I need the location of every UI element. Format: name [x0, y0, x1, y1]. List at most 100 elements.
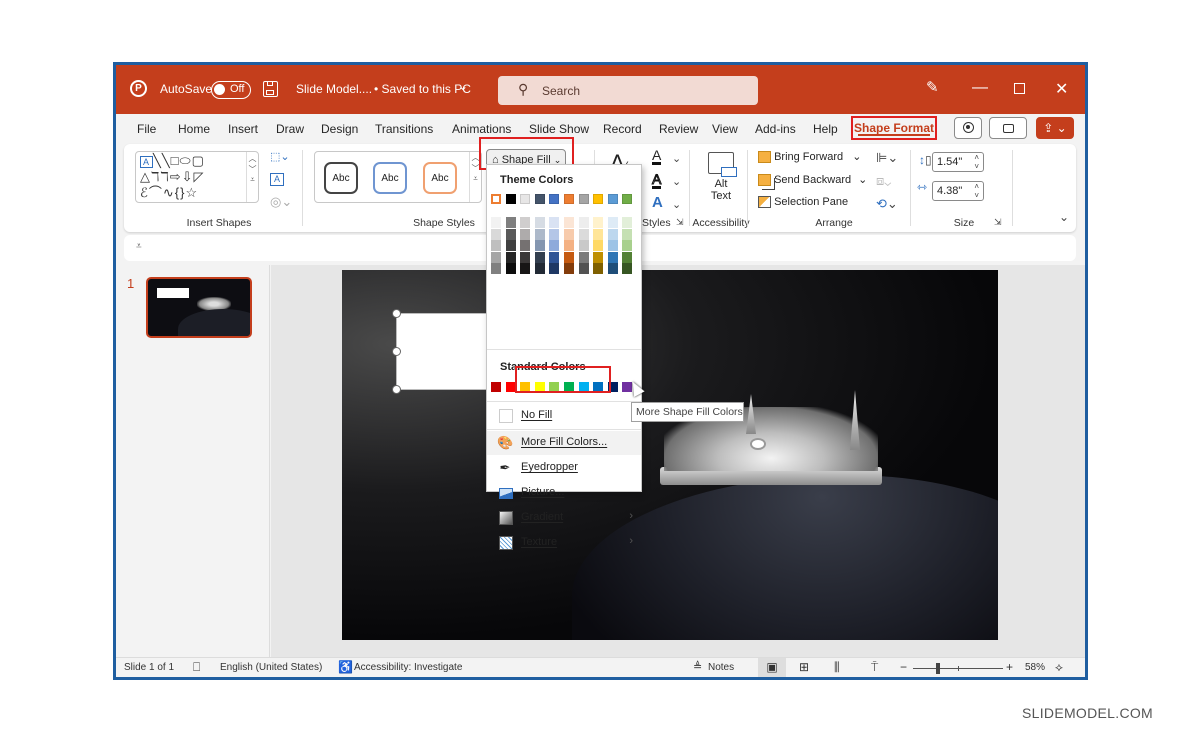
shape-width-input[interactable]: 4.38" ˄ ˅ — [932, 181, 984, 201]
texture-item[interactable]: Texture › — [487, 531, 641, 555]
theme-tint-swatch[interactable] — [520, 217, 531, 228]
spinner-arrows[interactable]: ˄ ˅ — [974, 182, 979, 200]
theme-color-swatch[interactable] — [520, 194, 531, 204]
theme-tint-swatch[interactable] — [520, 228, 531, 240]
record-button[interactable] — [954, 117, 982, 139]
edit-shape-icon[interactable]: ⬚⌄ — [270, 150, 290, 163]
theme-tint-swatch[interactable] — [607, 217, 618, 228]
theme-tint-swatch[interactable] — [534, 251, 545, 263]
shape-styles-gallery[interactable]: Abc Abc Abc ︿ ﹀ ⩡ — [314, 151, 482, 203]
tab-slide-show[interactable]: Slide Show — [529, 122, 589, 136]
selection-pane-button[interactable]: Selection Pane — [758, 196, 848, 209]
minimize-button[interactable]: — — [972, 79, 988, 97]
theme-tint-swatch[interactable] — [491, 240, 501, 251]
gallery-scroll[interactable]: ︿ ﹀ ⩡ — [246, 152, 258, 202]
theme-tint-swatch[interactable] — [505, 217, 516, 228]
merge-shapes-icon[interactable]: ◎⌄ — [270, 194, 292, 210]
theme-tint-swatch[interactable] — [564, 228, 574, 240]
tab-design[interactable]: Design — [321, 122, 358, 136]
zoom-level[interactable]: 58% — [1025, 662, 1045, 673]
collapse-ribbon-icon[interactable]: ⌄ — [1059, 210, 1069, 224]
theme-tint-swatch[interactable] — [622, 228, 633, 240]
theme-tint-swatch[interactable] — [622, 251, 633, 263]
style-preset-dark[interactable]: Abc — [324, 162, 358, 194]
shapes-row-3-icons[interactable]: ℰ⌒∿{}☆ — [140, 185, 205, 201]
dialog-launcher-icon[interactable]: ⇲ — [676, 217, 684, 228]
text-effects-icon[interactable]: A — [652, 194, 663, 211]
shape-height-input[interactable]: 1.54" ˄ ˅ — [932, 152, 984, 172]
theme-color-swatch[interactable] — [607, 194, 618, 204]
theme-tint-swatch[interactable] — [549, 263, 560, 274]
alt-text-button[interactable]: Alt Text — [698, 150, 744, 212]
reading-view-icon[interactable]: ⫼ — [834, 660, 840, 675]
rotate-icon[interactable]: ⟲⌄ — [876, 196, 898, 212]
theme-tint-swatch[interactable] — [622, 263, 633, 274]
chevron-down-icon[interactable]: ⌄ — [672, 175, 681, 188]
theme-tint-swatch[interactable] — [505, 228, 516, 240]
theme-tint-swatch[interactable] — [534, 217, 545, 228]
tab-transitions[interactable]: Transitions — [375, 122, 433, 136]
notes-button[interactable]: Notes — [708, 662, 734, 673]
tab-home[interactable]: Home — [178, 122, 210, 136]
theme-tint-swatch[interactable] — [549, 240, 560, 251]
resize-handle[interactable] — [392, 347, 401, 356]
theme-tint-swatch[interactable] — [549, 228, 560, 240]
resize-handle[interactable] — [392, 385, 401, 394]
theme-tint-swatch[interactable] — [593, 263, 604, 274]
text-fill-icon[interactable]: A — [652, 148, 662, 165]
theme-tint-swatch[interactable] — [607, 263, 618, 274]
line-shapes-icon[interactable]: ╲╲□⬭▢ — [153, 153, 205, 168]
theme-tint-swatch[interactable] — [593, 251, 604, 263]
language-indicator[interactable]: English (United States) — [220, 662, 322, 673]
chevron-down-icon[interactable]: ⌄ — [458, 79, 468, 93]
theme-color-swatch[interactable] — [549, 194, 560, 204]
theme-color-swatch[interactable] — [491, 194, 501, 204]
theme-tint-swatch[interactable] — [534, 240, 545, 251]
theme-tint-swatch[interactable] — [505, 263, 516, 274]
theme-tint-swatch[interactable] — [622, 240, 633, 251]
theme-tint-swatch[interactable] — [607, 240, 618, 251]
tab-review[interactable]: Review — [659, 122, 698, 136]
normal-view-icon[interactable]: ▣ — [758, 658, 786, 677]
text-outline-icon[interactable]: A — [651, 172, 662, 189]
theme-tint-swatch[interactable] — [564, 251, 574, 263]
accessibility-icon[interactable]: ♿ — [338, 660, 353, 674]
theme-tint-swatch[interactable] — [520, 251, 531, 263]
share-button[interactable]: ⇪ ⌄ — [1036, 117, 1074, 139]
theme-color-swatch[interactable] — [534, 194, 545, 204]
text-box-icon[interactable]: A — [270, 173, 284, 186]
zoom-slider-thumb[interactable] — [936, 663, 940, 674]
theme-tint-swatch[interactable] — [578, 228, 589, 240]
eyedropper-item[interactable]: ✒ Eyedropper — [487, 456, 641, 480]
tab-add-ins[interactable]: Add-ins — [755, 122, 796, 136]
tab-shape-format[interactable]: Shape Format — [851, 116, 937, 140]
picture-item[interactable]: Picture... — [487, 481, 641, 505]
shapes-gallery[interactable]: A ╲╲□⬭▢ △ℸℸ⇨⇩◸ ℰ⌒∿{}☆ ︿ ﹀ ⩡ — [135, 151, 259, 203]
standard-color-swatch[interactable] — [491, 382, 501, 392]
tab-help[interactable]: Help — [813, 122, 838, 136]
theme-tint-swatch[interactable] — [593, 217, 604, 228]
theme-tint-swatch[interactable] — [520, 240, 531, 251]
autosave-toggle[interactable]: Off — [211, 81, 251, 99]
send-backward-button[interactable]: Send Backward ⌄ — [758, 173, 867, 187]
theme-tint-swatch[interactable] — [491, 217, 501, 228]
tab-view[interactable]: View — [712, 122, 738, 136]
more-fill-colors-item[interactable]: 🎨 More Fill Colors... — [487, 431, 641, 455]
close-button[interactable]: ✕ — [1055, 79, 1068, 99]
align-icon[interactable]: ⊫⌄ — [876, 150, 898, 166]
slide-sorter-view-icon[interactable]: ⊞ — [799, 660, 809, 674]
theme-tint-swatch[interactable] — [505, 240, 516, 251]
theme-color-swatch[interactable] — [593, 194, 604, 204]
tab-animations[interactable]: Animations — [452, 122, 511, 136]
slide-canvas[interactable] — [342, 270, 998, 640]
theme-tint-swatch[interactable] — [491, 263, 501, 274]
maximize-button[interactable] — [1014, 83, 1025, 94]
theme-tint-swatch[interactable] — [578, 263, 589, 274]
chevron-down-icon[interactable]: ⌄ — [672, 152, 681, 165]
theme-tint-swatch[interactable] — [491, 251, 501, 263]
accessibility-status[interactable]: Accessibility: Investigate — [354, 662, 462, 673]
textbox-shape-icon[interactable]: A — [140, 155, 153, 168]
tab-record[interactable]: Record — [603, 122, 642, 136]
group-objects-icon[interactable]: ⧈⌄ — [876, 173, 891, 189]
comments-button[interactable] — [989, 117, 1027, 139]
